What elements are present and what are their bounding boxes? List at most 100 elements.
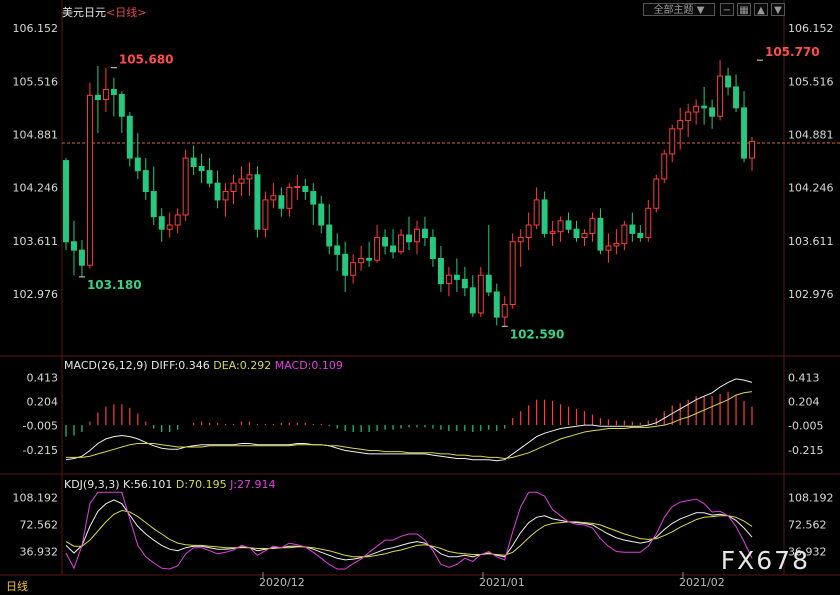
candle-body-78 xyxy=(685,111,692,121)
price-y-tick-right-0: 106.152 xyxy=(788,22,834,35)
candle-body-3 xyxy=(86,94,93,266)
kdj-y-tick-left-1: 72.562 xyxy=(20,518,59,531)
candle-body-10 xyxy=(142,170,149,193)
candle-body-79 xyxy=(693,105,700,113)
candle-body-58 xyxy=(525,224,532,239)
chart-window: { "header": { "symbol": "美元日元", "period"… xyxy=(0,0,840,595)
macd-legend: MACD(26,12,9) DIFF:0.346 DEA:0.292 MACD:… xyxy=(64,359,343,372)
kdj-y-tick-left-2: 36.932 xyxy=(20,546,59,559)
candle-body-57 xyxy=(517,237,524,243)
candle-body-4 xyxy=(94,94,101,100)
macd-histogram xyxy=(65,391,753,437)
price-y-tick-right-3: 104.246 xyxy=(788,182,834,195)
macd-y-tick-right-3: -0.215 xyxy=(788,444,823,457)
candle-body-55 xyxy=(501,304,508,318)
candle-body-72 xyxy=(637,232,644,239)
kdj-y-tick-right-1: 72.562 xyxy=(788,518,827,531)
candle-body-86 xyxy=(749,140,755,159)
candle-body-42 xyxy=(398,234,404,253)
candle-body-37 xyxy=(358,258,365,264)
candle-body-44 xyxy=(414,228,420,243)
candle-body-50 xyxy=(461,278,468,289)
candle-body-45 xyxy=(421,228,428,239)
candle-body-38 xyxy=(366,258,373,261)
macd-diff-value: DIFF:0.346 xyxy=(151,359,210,372)
macd-y-tick-left-0: 0.413 xyxy=(27,371,59,384)
period-label[interactable]: <日线> xyxy=(106,6,146,19)
candle-body-43 xyxy=(406,234,412,243)
price-y-tick-right-4: 103.611 xyxy=(788,235,834,248)
candle-body-29 xyxy=(294,186,301,189)
candle-body-67 xyxy=(597,217,604,251)
kdj-params: KDJ(9,3,3) xyxy=(64,478,120,491)
macd-y-tick-right-2: -0.005 xyxy=(788,420,823,433)
macd-y-tick-right-0: 0.413 xyxy=(788,371,820,384)
kdj-j-line xyxy=(65,491,753,570)
kdj-d-value: D:70.195 xyxy=(175,478,227,491)
symbol-name: 美元日元 xyxy=(62,6,106,19)
candle-body-16 xyxy=(190,157,197,167)
chart-title: 美元日元<日线> xyxy=(62,4,146,20)
candle-body-69 xyxy=(613,242,620,247)
candle-body-85 xyxy=(741,107,747,159)
macd-dea-value: DEA:0.292 xyxy=(213,359,272,372)
candle-body-41 xyxy=(390,245,397,253)
period-tab[interactable]: 日线 xyxy=(6,578,28,594)
candle-body-35 xyxy=(342,253,349,276)
candle-body-31 xyxy=(310,191,317,205)
candle-body-52 xyxy=(477,274,484,314)
candle-body-25 xyxy=(262,199,269,230)
candle-body-15 xyxy=(182,157,189,216)
candle-body-61 xyxy=(549,231,556,234)
up-arrow-icon[interactable]: ▲ xyxy=(754,3,768,16)
macd-diff-line xyxy=(65,378,753,462)
price-y-tick-left-5: 102.976 xyxy=(13,288,59,301)
candle-body-74 xyxy=(653,178,660,209)
candle-body-59 xyxy=(533,199,540,226)
down-arrow-icon[interactable]: ▼ xyxy=(771,3,785,16)
candle-body-39 xyxy=(374,237,381,261)
candle-body-1 xyxy=(71,241,77,251)
annotation-label-3: 105.770 xyxy=(765,45,820,59)
price-y-tick-right-2: 104.881 xyxy=(788,129,834,142)
candle-body-12 xyxy=(158,216,165,230)
candle-body-48 xyxy=(445,274,452,285)
candle-body-70 xyxy=(621,224,628,244)
price-y-tick-left-1: 105.516 xyxy=(13,75,59,88)
annotation-label-0: 105.680 xyxy=(119,53,174,67)
candle-body-68 xyxy=(605,245,612,251)
candle-body-9 xyxy=(134,157,141,172)
kdj-k-line xyxy=(65,499,753,561)
candle-body-49 xyxy=(453,274,460,280)
annotation-label-2: 102.590 xyxy=(510,327,565,341)
candle-body-27 xyxy=(278,195,285,209)
candle-body-71 xyxy=(629,224,636,234)
macd-y-tick-left-3: -0.215 xyxy=(23,444,58,457)
candle-body-63 xyxy=(565,220,572,230)
candle-body-33 xyxy=(326,224,333,247)
price-y-tick-left-0: 106.152 xyxy=(13,22,59,35)
candle-body-20 xyxy=(222,191,229,201)
macd-params: MACD(26,12,9) xyxy=(64,359,148,372)
candle-body-2 xyxy=(78,249,85,266)
price-y-tick-left-3: 104.246 xyxy=(13,182,59,195)
candle-body-77 xyxy=(677,119,684,130)
candle-body-11 xyxy=(150,191,157,218)
kdj-k-value: K:56.101 xyxy=(123,478,173,491)
candle-body-19 xyxy=(214,182,221,201)
candle-body-47 xyxy=(437,258,444,285)
price-annotations: 105.680 103.180 102.590 105.770 xyxy=(78,45,820,341)
grid-icon[interactable]: ▦ xyxy=(737,3,751,16)
candle-body-14 xyxy=(174,214,181,226)
candle-body-73 xyxy=(645,207,652,239)
candle-body-0 xyxy=(63,160,69,243)
candle-body-66 xyxy=(589,217,596,234)
candle-body-64 xyxy=(573,228,580,239)
candle-body-5 xyxy=(102,88,109,100)
minus-icon[interactable]: − xyxy=(720,3,734,16)
candle-body-7 xyxy=(118,93,125,117)
date-label-3: 2021/02 xyxy=(679,576,725,589)
candle-body-82 xyxy=(717,75,724,117)
macd-macd-value: MACD:0.109 xyxy=(274,359,343,372)
theme-select-button[interactable]: 全部主题 ▼ xyxy=(643,3,715,16)
